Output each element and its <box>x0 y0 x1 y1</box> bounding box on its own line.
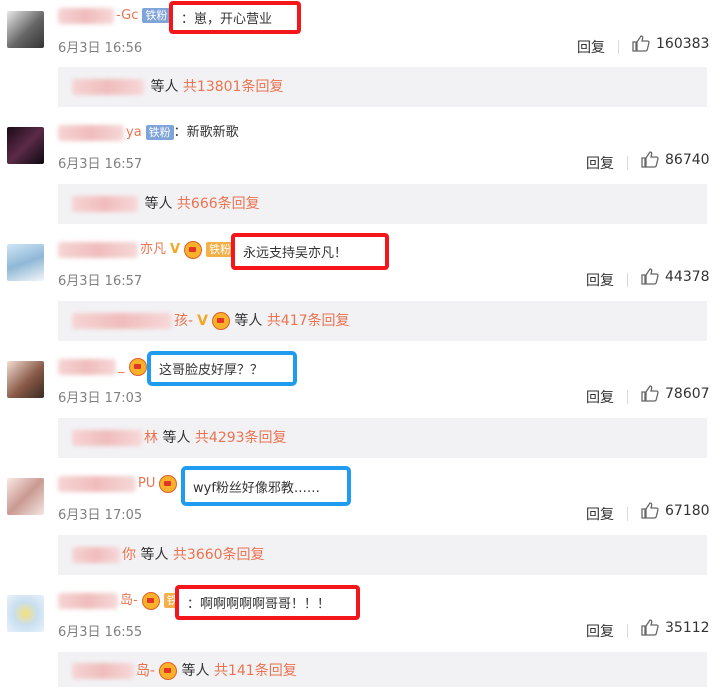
sub-replies[interactable]: 岛- 等人 共141条回复 <box>58 652 707 687</box>
thumbs-up-icon <box>641 151 659 168</box>
username[interactable]: ya 铁粉 ：新歌新歌 <box>58 123 239 143</box>
thumbs-up-icon <box>641 502 659 519</box>
divider <box>627 624 628 638</box>
sub-replies[interactable]: 孩- V 等人 共417条回复 <box>58 301 707 341</box>
avatar[interactable] <box>7 127 44 164</box>
tiefen-badge: 铁粉 <box>206 242 235 257</box>
avatar[interactable] <box>7 361 44 398</box>
sub-replies[interactable]: 你 等人 共3660条回复 <box>58 535 707 575</box>
crown-badge-icon <box>211 312 230 330</box>
crown-badge-icon <box>159 474 178 493</box>
comment-time: 6月3日 16:55 <box>58 625 143 640</box>
comment-time: 6月3日 17:03 <box>58 391 143 406</box>
comment-time: 6月3日 16:57 <box>58 274 143 289</box>
like-button[interactable]: 67180 <box>641 502 710 519</box>
sub-replies[interactable]: 等人 共666条回复 <box>58 184 707 224</box>
crown-badge-icon <box>128 357 147 376</box>
comment-text: 这哥脸皮好厚？？ <box>147 351 297 386</box>
comment-text: 永远支持吴亦凡！ <box>231 233 389 270</box>
thumbs-up-icon <box>632 35 650 52</box>
username[interactable]: -Gc 铁粉 <box>58 6 171 26</box>
comment-time: 6月3日 16:57 <box>58 157 143 172</box>
divider <box>627 273 628 287</box>
reply-button[interactable]: 回复 <box>577 37 605 57</box>
comment-item: 亦凡 V 铁粉 永远支持吴亦凡！ 6月3日 16:57 回复 44378 孩- V 等… <box>0 233 723 351</box>
like-button[interactable]: 35112 <box>641 619 710 636</box>
v-badge-icon: V <box>197 313 208 329</box>
comment-item: 岛-铁粉 ：啊啊啊啊啊哥哥！！！ 6月3日 16:55 回复 35112 岛- … <box>0 585 723 687</box>
comment-text: ：啊啊啊啊啊哥哥！！！ <box>175 585 360 620</box>
thumbs-up-icon <box>641 619 659 636</box>
comment-text: wyf粉丝好像邪教…… <box>181 466 351 506</box>
comment-item: PU wyf粉丝好像邪教…… 6月3日 17:05 回复 67180 你 等人 … <box>0 466 723 585</box>
like-button[interactable]: 86740 <box>641 151 710 168</box>
reply-button[interactable]: 回复 <box>586 270 614 290</box>
divider <box>627 390 628 404</box>
avatar[interactable] <box>7 244 44 281</box>
like-button[interactable]: 44378 <box>641 268 710 285</box>
sub-replies[interactable]: 等人 共13801条回复 <box>58 67 707 107</box>
like-button[interactable]: 78607 <box>641 385 710 402</box>
thumbs-up-icon <box>641 268 659 285</box>
sub-replies[interactable]: 林 等人 共4293条回复 <box>58 418 707 458</box>
divider <box>627 507 628 521</box>
tiefen-badge: 铁粉 <box>145 125 174 140</box>
comment-item: ya 铁粉 ：新歌新歌 6月3日 16:57 回复 86740 等人 共666条回复 <box>0 117 723 234</box>
v-badge-icon: V <box>170 242 181 257</box>
avatar[interactable] <box>7 11 44 48</box>
divider <box>627 156 628 170</box>
like-button[interactable]: 160383 <box>632 35 709 52</box>
reply-button[interactable]: 回复 <box>586 621 614 641</box>
username[interactable]: 亦凡 V 铁粉 <box>58 240 235 260</box>
tiefen-badge: 铁粉 <box>142 8 171 23</box>
username[interactable]: PU <box>58 474 178 494</box>
comment-item: -Gc 铁粉 ：崽，开心营业 6月3日 16:56 回复 160383 等人 共1… <box>0 0 723 117</box>
avatar[interactable] <box>7 478 44 515</box>
comment-text: ：崽，开心营业 <box>169 1 301 34</box>
crown-badge-icon <box>159 662 178 680</box>
thumbs-up-icon <box>641 385 659 402</box>
comment-time: 6月3日 17:05 <box>58 508 143 523</box>
reply-button[interactable]: 回复 <box>586 153 614 173</box>
crown-badge-icon <box>184 240 203 259</box>
avatar[interactable] <box>7 595 44 632</box>
comment-item: _ 这哥脸皮好厚？？ 6月3日 17:03 回复 78607 林 等人 共429… <box>0 351 723 468</box>
crown-badge-icon <box>141 591 160 610</box>
comment-time: 6月3日 16:56 <box>58 41 143 56</box>
username[interactable]: 岛-铁粉 <box>58 591 192 611</box>
reply-button[interactable]: 回复 <box>586 504 614 524</box>
username[interactable]: _ <box>58 357 147 377</box>
divider <box>618 40 619 54</box>
reply-button[interactable]: 回复 <box>586 387 614 407</box>
